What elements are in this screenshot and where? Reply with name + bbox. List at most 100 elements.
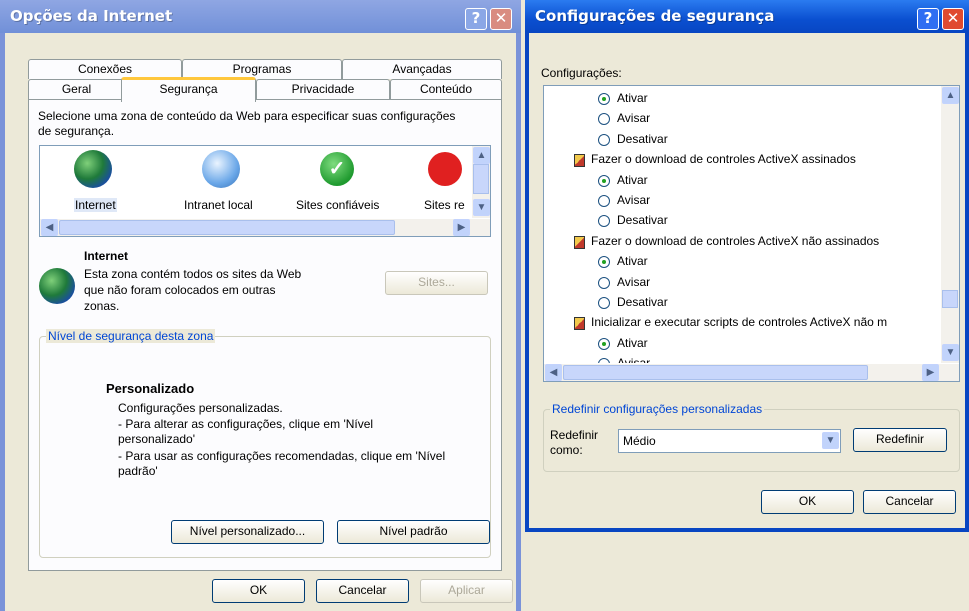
radio-unchecked[interactable] [598, 113, 610, 126]
scroll-down-icon[interactable]: ▼ [473, 199, 490, 216]
radio-unchecked[interactable] [598, 358, 610, 363]
setting-option[interactable]: Avisar [598, 193, 650, 207]
sites-button[interactable]: Sites... [385, 271, 488, 295]
security-settings-window: Configurações de segurança ? ✕ Configura… [525, 0, 969, 532]
radio-checked[interactable] [598, 174, 610, 187]
checkmark-icon: ✓ [320, 152, 354, 186]
setting-option-label: Desativar [617, 295, 668, 309]
tab-geral[interactable]: Geral [28, 79, 125, 99]
setting-category[interactable]: Inicializar e executar scripts de contro… [574, 315, 888, 331]
setting-category-label: Inicializar e executar scripts de contro… [591, 315, 888, 330]
setting-option-label: Ativar [617, 335, 648, 350]
zone-intranet[interactable]: Intranet local [180, 150, 270, 220]
reset-label: Redefinir como: [550, 428, 599, 457]
settings-vscroll[interactable]: ▲ ▼ [941, 86, 959, 363]
setting-option[interactable]: Ativar [598, 173, 648, 187]
radio-checked[interactable] [598, 256, 610, 269]
hscroll-thumb[interactable] [563, 365, 868, 380]
tab-privacidade[interactable]: Privacidade [256, 79, 390, 99]
close-button[interactable]: ✕ [942, 8, 964, 30]
setting-option[interactable]: Ativar [598, 91, 648, 105]
setting-option[interactable]: Desativar [598, 132, 668, 146]
scroll-thumb[interactable] [473, 164, 489, 194]
internet-options-titlebar[interactable]: Opções da Internet ? ✕ [0, 0, 521, 33]
custom-level-button[interactable]: Nível personalizado... [171, 520, 324, 544]
setting-option[interactable]: Avisar [598, 356, 650, 363]
zone-list[interactable]: Internet Intranet local ✓ Sites confiáve… [39, 145, 491, 237]
setting-option[interactable]: Desativar [598, 213, 668, 228]
reset-select[interactable]: Médio ▼ [618, 429, 841, 453]
zone-globe-icon [39, 268, 75, 304]
help-button[interactable]: ? [465, 8, 487, 30]
scroll-left-icon[interactable]: ◀ [545, 364, 562, 381]
zone-restricted[interactable]: Sites re [410, 150, 480, 220]
zone-title: Internet [84, 249, 129, 263]
radio-unchecked[interactable] [598, 297, 610, 309]
scroll-up-icon[interactable]: ▲ [473, 147, 490, 164]
shield-icon [574, 154, 585, 168]
settings-list[interactable]: Ativar Avisar Desativar Fazer o download de… [543, 85, 960, 382]
setting-option-label: Desativar [617, 131, 668, 146]
radio-unchecked[interactable] [598, 195, 610, 207]
internet-options-window: Opções da Internet ? ✕ Conexões Programa… [0, 0, 521, 611]
computer-globe-icon [202, 150, 240, 188]
scroll-right-icon[interactable]: ▶ [453, 219, 470, 236]
radio-checked[interactable] [598, 337, 610, 350]
setting-option[interactable]: Desativar [598, 295, 668, 309]
radio-checked[interactable] [598, 93, 610, 105]
zone-label-internet: Internet [74, 198, 117, 212]
scroll-up-icon[interactable]: ▲ [942, 87, 959, 104]
shield-icon [574, 235, 585, 249]
radio-unchecked[interactable] [598, 133, 610, 146]
tab-conexoes[interactable]: Conexões [28, 59, 182, 79]
zone-list-vscroll[interactable]: ▲ ▼ [472, 146, 490, 218]
window-title: Opções da Internet [10, 7, 173, 25]
chevron-down-icon[interactable]: ▼ [822, 432, 839, 449]
setting-option-label: Ativar [617, 172, 648, 187]
zone-list-hscroll[interactable]: ◀ ▶ [40, 219, 490, 236]
setting-option-label: Ativar [617, 91, 648, 105]
settings-cancel-button[interactable]: Cancelar [863, 490, 956, 514]
security-settings-titlebar[interactable]: Configurações de segurança ? ✕ [525, 0, 969, 33]
settings-ok-button[interactable]: OK [761, 490, 854, 514]
reset-select-value: Médio [623, 434, 656, 448]
setting-option[interactable]: Ativar [598, 336, 648, 350]
help-button[interactable]: ? [917, 8, 939, 30]
scroll-left-icon[interactable]: ◀ [41, 219, 58, 236]
setting-option-label: Avisar [617, 356, 650, 363]
level-title: Personalizado [106, 381, 195, 396]
tab-conteudo[interactable]: Conteúdo [390, 79, 502, 99]
zone-label-restricted: Sites re [424, 198, 465, 212]
settings-window-title: Configurações de segurança [535, 7, 775, 25]
radio-unchecked[interactable] [598, 276, 610, 289]
tab-seguranca[interactable]: Segurança [121, 77, 256, 102]
setting-category-label: Fazer o download de controles ActiveX nã… [591, 233, 880, 248]
scroll-thumb[interactable] [942, 290, 958, 308]
settings-hscroll[interactable]: ◀ ▶ [544, 364, 959, 381]
apply-button[interactable]: Aplicar [420, 579, 513, 603]
ok-button[interactable]: OK [212, 579, 305, 603]
hscroll-thumb[interactable] [59, 220, 395, 235]
setting-category[interactable]: Fazer o download de controles ActiveX nã… [574, 233, 880, 249]
close-button[interactable]: ✕ [490, 8, 512, 30]
tab-avancadas[interactable]: Avançadas [342, 59, 502, 79]
default-level-button[interactable]: Nível padrão [337, 520, 490, 544]
zone-internet[interactable]: Internet [54, 150, 134, 220]
scroll-right-icon[interactable]: ▶ [922, 364, 939, 381]
setting-option[interactable]: Avisar [598, 275, 650, 289]
setting-category[interactable]: Fazer o download de controles ActiveX as… [574, 152, 856, 168]
setting-category-label: Fazer o download de controles ActiveX as… [591, 152, 856, 167]
cancel-button[interactable]: Cancelar [316, 579, 409, 603]
setting-option[interactable]: Ativar [598, 254, 648, 269]
tab-programas[interactable]: Programas [182, 59, 342, 79]
setting-option[interactable]: Avisar [598, 111, 650, 126]
restricted-icon [428, 152, 462, 186]
radio-unchecked[interactable] [598, 215, 610, 228]
setting-option-label: Avisar [617, 193, 651, 207]
settings-rows: Ativar Avisar Desativar Fazer o download de… [544, 91, 939, 363]
shield-icon [574, 317, 585, 331]
zone-trusted[interactable]: ✓ Sites confiáveis [290, 150, 390, 220]
scroll-down-icon[interactable]: ▼ [942, 344, 959, 361]
settings-label: Configurações: [541, 66, 622, 80]
reset-button[interactable]: Redefinir [853, 428, 947, 452]
